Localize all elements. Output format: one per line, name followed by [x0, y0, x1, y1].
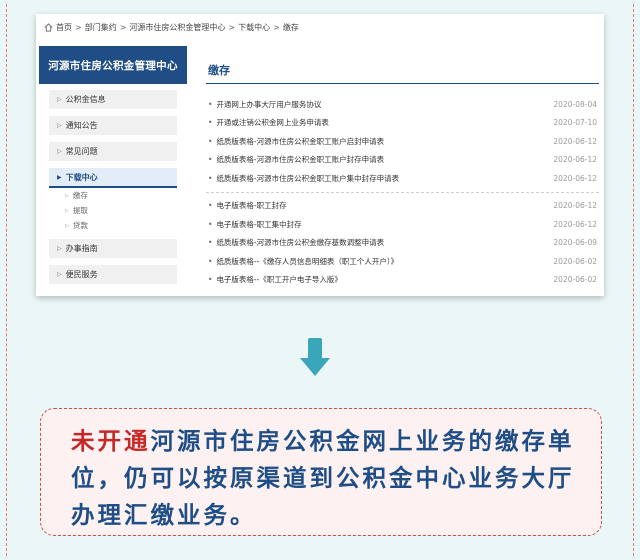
list-item-date: 2020-06-02: [553, 256, 597, 266]
list-item-title[interactable]: 开通网上办事大厅用户服务协议: [216, 100, 321, 109]
breadcrumb-item-center[interactable]: 河源市住房公积金管理中心: [129, 22, 225, 33]
sidebar-subitem-loan[interactable]: ▷ 贷款: [65, 218, 187, 233]
breadcrumb-separator: >: [75, 22, 82, 32]
list-item[interactable]: • 纸质版表格-河源市住房公积金职工账户启封申请表 2020-06-12: [206, 132, 599, 151]
list-item-title[interactable]: 纸质版表格-河源市住房公积金职工账户启封申请表: [216, 137, 384, 146]
notice-emphasis: 未开通: [71, 427, 151, 455]
list-item-date: 2020-06-09: [553, 238, 597, 248]
list-item-date: 2020-07-10: [553, 118, 597, 128]
list-item-date: 2020-06-12: [553, 136, 597, 146]
list-item[interactable]: • 纸质版表格--《缴存人员信息明细表（职工个人开户）》 2020-06-02: [206, 252, 599, 271]
triangle-right-icon: ▷: [65, 207, 69, 214]
list-item-title[interactable]: 开通或注销公积金网上业务申请表: [216, 118, 329, 127]
breadcrumb-separator: >: [228, 22, 236, 32]
download-list: 缴存 • 开通网上办事大厅用户服务协议 2020-08-04 • 开通或注销公积金网…: [206, 58, 599, 289]
sidebar-item-fund-info[interactable]: ▷ 公积金信息: [49, 90, 177, 110]
list-item-date: 2020-06-12: [553, 155, 597, 165]
breadcrumb-item-home[interactable]: 首页: [56, 22, 72, 33]
list-item-date: 2020-06-12: [553, 219, 597, 229]
list-item-title[interactable]: 纸质版表格-河源市住房公积金职工账户集中封存申请表: [216, 174, 399, 183]
triangle-right-icon: ▷: [65, 222, 69, 229]
list-item-title[interactable]: 电子版表格-职工封存: [216, 201, 286, 210]
list-item[interactable]: • 纸质版表格-河源市住房公积金职工账户封存申请表 2020-06-12: [206, 151, 599, 170]
breadcrumb-item-download[interactable]: 下载中心: [238, 22, 270, 33]
list-item-date: 2020-08-04: [553, 99, 597, 109]
list-item[interactable]: • 电子版表格-职工封存 2020-06-12: [206, 197, 599, 216]
list-item[interactable]: • 纸质版表格-河源市住房公积金缴存基数调整申请表 2020-06-09: [206, 234, 599, 253]
content-title: 缴存: [206, 58, 599, 84]
sidebar-item-label: 常见问题: [65, 147, 98, 156]
sidebar-item-label: 办事指南: [65, 244, 98, 253]
list-item-title[interactable]: 电子版表格-职工集中封存: [216, 220, 301, 229]
home-icon: [44, 22, 53, 32]
triangle-right-icon: ▷: [57, 96, 62, 103]
sidebar-item-label: 下载中心: [65, 172, 98, 182]
list-divider: [206, 191, 599, 193]
sidebar-item-notices[interactable]: ▷ 通知公告: [49, 116, 177, 136]
list-item[interactable]: • 开通或注销公积金网上业务申请表 2020-07-10: [206, 114, 599, 133]
sidebar-subitem-label: 贷款: [72, 221, 88, 230]
sidebar-item-guide[interactable]: ▷ 办事指南: [49, 239, 177, 259]
breadcrumb-item-department[interactable]: 部门集约: [85, 22, 117, 33]
sidebar-subitem-label: 缴存: [72, 191, 88, 200]
breadcrumb-separator: >: [273, 22, 280, 32]
list-item[interactable]: • 开通网上办事大厅用户服务协议 2020-08-04: [206, 95, 599, 114]
sidebar: 河源市住房公积金管理中心 ▷ 公积金信息 ▷ 通知公告 ▷ 常见问题 ▶ 下载中…: [39, 46, 187, 285]
triangle-right-icon: ▷: [57, 122, 62, 129]
list-item-title[interactable]: 电子版表格--《职工开户电子导入版》: [216, 275, 341, 284]
list-item-date: 2020-06-12: [553, 173, 597, 183]
breadcrumb-item-current: 缴存: [282, 22, 299, 32]
triangle-right-icon: ▷: [57, 271, 62, 278]
sidebar-title: 河源市住房公积金管理中心: [39, 46, 187, 84]
list-item-date: 2020-06-12: [553, 201, 597, 211]
list-item-title[interactable]: 纸质版表格--《缴存人员信息明细表（职工个人开户）》: [216, 257, 398, 266]
triangle-right-filled-icon: ▶: [57, 173, 62, 181]
sidebar-item-label: 便民服务: [65, 270, 98, 279]
sidebar-item-label: 公积金信息: [65, 95, 106, 104]
list-item-title[interactable]: 纸质版表格-河源市住房公积金缴存基数调整申请表: [216, 238, 384, 247]
list-item[interactable]: • 纸质版表格-河源市住房公积金职工账户集中封存申请表 2020-06-12: [206, 169, 599, 188]
list-item[interactable]: • 电子版表格-职工集中封存 2020-06-12: [206, 215, 599, 234]
list-item-title[interactable]: 纸质版表格-河源市住房公积金职工账户封存申请表: [216, 155, 384, 164]
arrow-down-icon: [300, 338, 330, 376]
triangle-right-icon: ▷: [57, 148, 62, 155]
list-item[interactable]: • 电子版表格--《职工开户电子导入版》 2020-06-02: [206, 271, 599, 290]
sidebar-item-services[interactable]: ▷ 便民服务: [49, 265, 177, 285]
breadcrumb: 首页 > 部门集约 > 河源市住房公积金管理中心 > 下载中心 > 缴存: [44, 19, 299, 35]
sidebar-item-faq[interactable]: ▷ 常见问题: [49, 142, 177, 162]
list-item-date: 2020-06-02: [553, 275, 597, 285]
sidebar-item-download-center[interactable]: ▶ 下载中心: [49, 168, 177, 188]
triangle-right-icon: ▷: [65, 192, 69, 199]
triangle-right-icon: ▷: [57, 245, 62, 252]
sidebar-subitem-label: 提取: [72, 206, 88, 215]
notice-box: 未开通河源市住房公积金网上业务的缴存单位，仍可以按原渠道到公积金中心业务大厅办理…: [40, 408, 602, 536]
sidebar-item-label: 通知公告: [65, 121, 98, 130]
sidebar-subitem-withdraw[interactable]: ▷ 提取: [65, 203, 187, 218]
sidebar-subitem-deposit[interactable]: ▷ 缴存: [65, 188, 187, 203]
breadcrumb-separator: >: [119, 22, 127, 32]
website-screenshot-card: 首页 > 部门集约 > 河源市住房公积金管理中心 > 下载中心 > 缴存 河源市…: [36, 14, 604, 296]
